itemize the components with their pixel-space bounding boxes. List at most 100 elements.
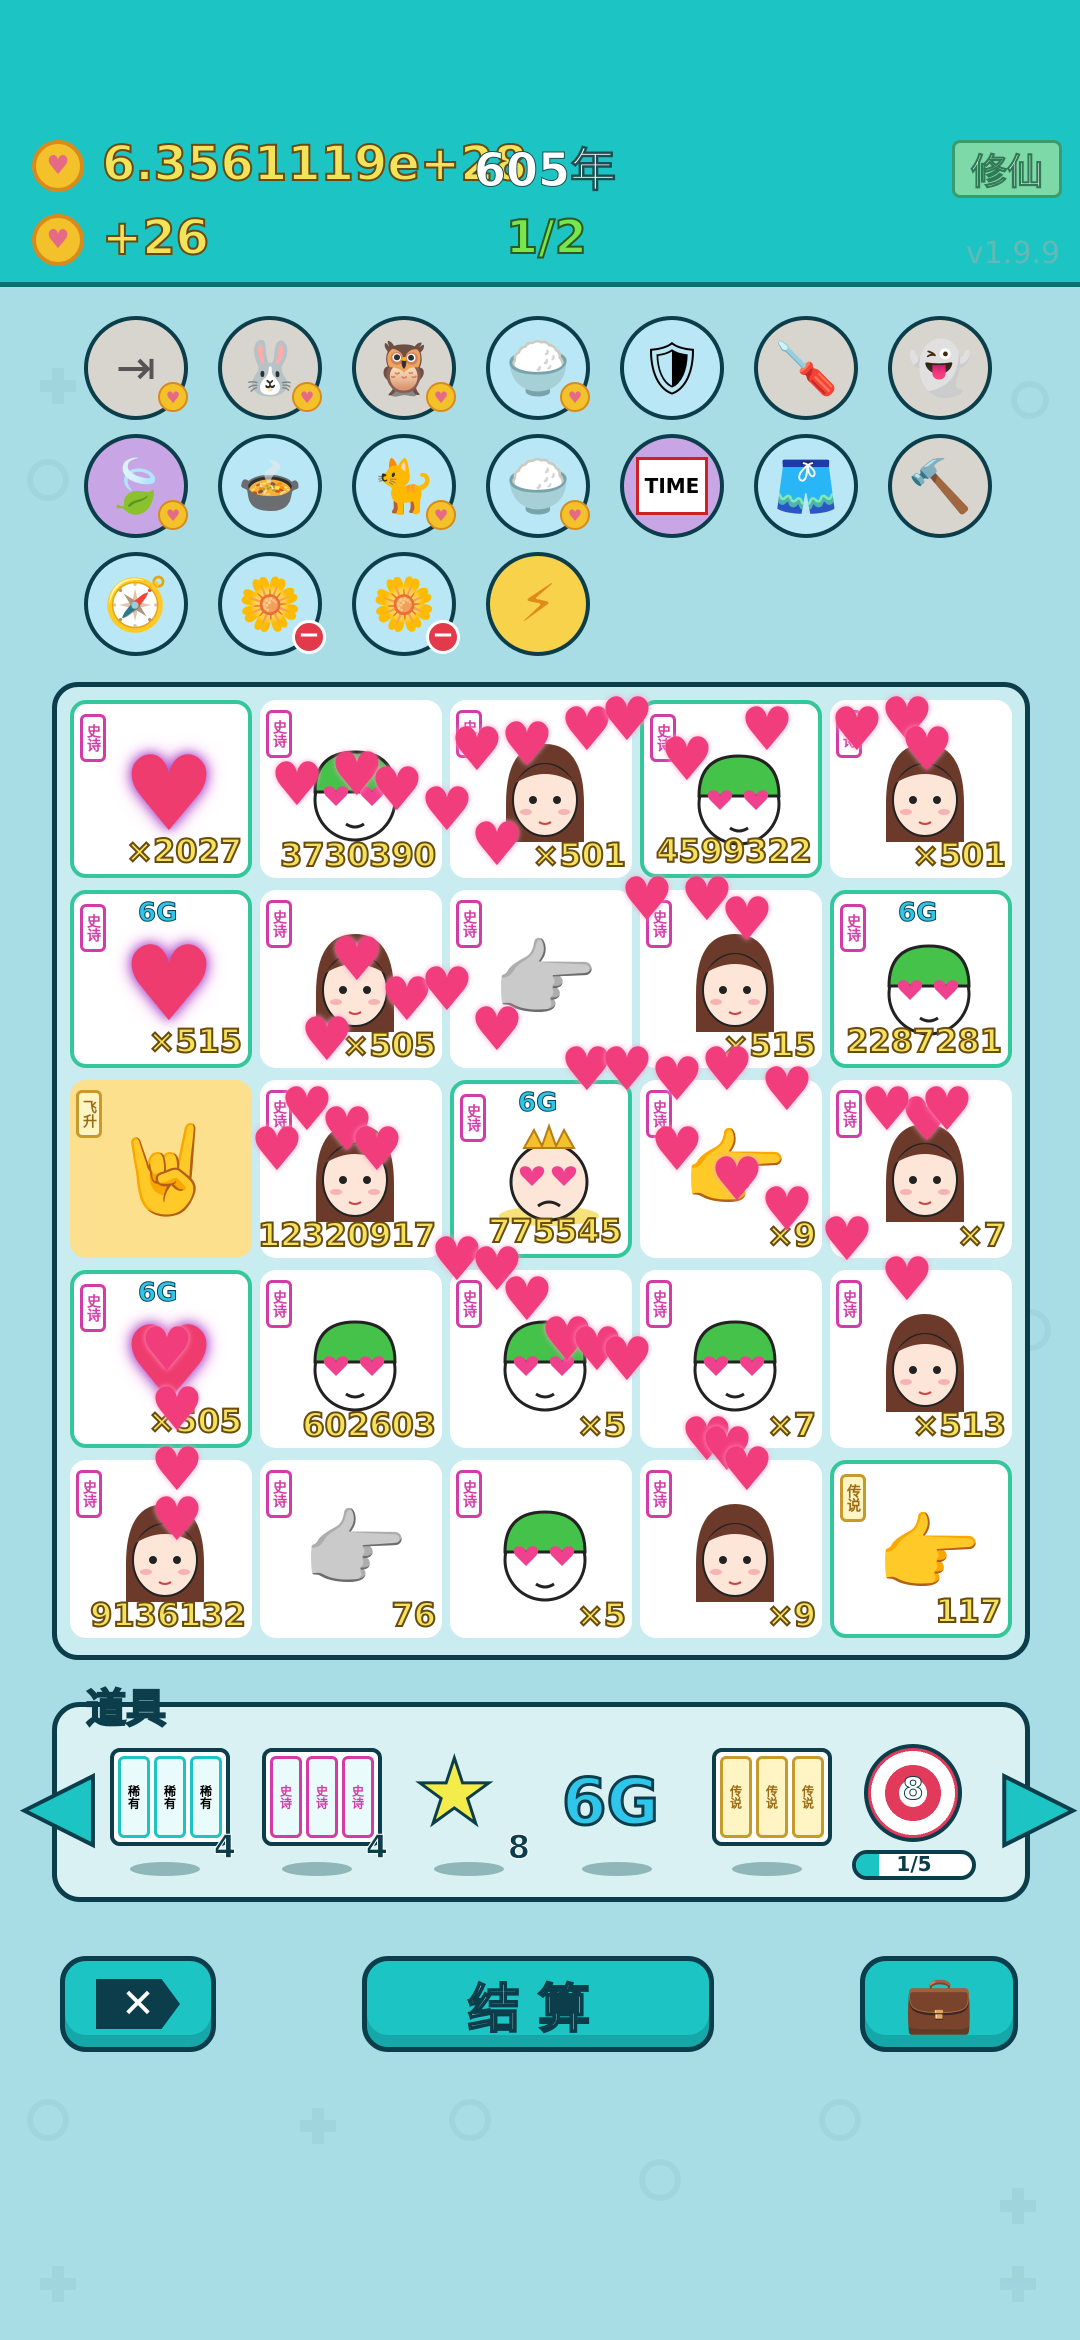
rarity-tag: 史诗 (80, 904, 106, 952)
cat-icon[interactable]: 🐈 ♥ (352, 434, 456, 538)
board-cell[interactable]: 史诗 ♥ 6G ×505 (70, 1270, 252, 1448)
rarity-tag: 史诗 (836, 1280, 862, 1328)
rarity-tag: 史诗 (266, 710, 292, 758)
6g-badge: 6G (517, 1088, 558, 1119)
board-cell[interactable]: 史诗 ×501 (450, 700, 632, 878)
rarity-tag: 史诗 (456, 1280, 482, 1328)
girl-art (866, 734, 984, 846)
hand-grey-art: 👉 (301, 1500, 409, 1600)
board-cell[interactable]: 史诗 ♥ ×2027 (70, 700, 252, 878)
leaf-icon[interactable]: 🍃 ♥ (84, 434, 188, 538)
stage-progress: 1/2 (505, 209, 588, 265)
close-button[interactable]: ✕ (60, 1956, 216, 2052)
board-cell[interactable]: 史诗 ×513 (830, 1270, 1012, 1448)
prop-rare-cards[interactable]: 稀有 稀有 稀有 4 (110, 1748, 237, 1876)
time-magazine-icon[interactable]: TIME (620, 434, 724, 538)
6g-badge: 6G (137, 898, 178, 929)
rarity-tag: 史诗 (650, 714, 676, 762)
cell-count: 4599322 (655, 831, 813, 871)
screwdriver-icon[interactable]: 🪛 (754, 316, 858, 420)
board-cell[interactable]: 史诗 3730390 (260, 700, 442, 878)
board-cell[interactable]: 飞升 🤘 (70, 1080, 252, 1258)
coin-rate-icon: ♥ (32, 214, 84, 266)
cell-count: ×7 (766, 1405, 817, 1445)
cell-count: 76 (390, 1595, 437, 1635)
girl-art (106, 1494, 224, 1606)
cell-count: 117 (934, 1591, 1003, 1631)
coin-rate: +26 (101, 209, 210, 267)
cell-count: ×513 (911, 1405, 1007, 1445)
lightning-icon[interactable]: ⚡ (486, 552, 590, 656)
rarity-tag: 史诗 (266, 1280, 292, 1328)
rarity-tag: 史诗 (80, 1284, 106, 1332)
briefcase-icon: 💼 (904, 1972, 974, 2037)
rarity-tag: 史诗 (76, 1470, 102, 1518)
rarity-tag: 史诗 (460, 1094, 486, 1142)
props-next-arrow[interactable]: ▶ (1002, 1754, 1075, 1854)
skip-icon[interactable]: ⇥ ♥ (84, 316, 188, 420)
compass-icon[interactable]: 🧭 (84, 552, 188, 656)
rarity-tag: 史诗 (456, 710, 482, 758)
board-cell[interactable]: 史诗 ×7 (830, 1080, 1012, 1258)
board-cell[interactable]: 传说 👉 117 (830, 1460, 1012, 1638)
prop-star[interactable]: ★ 8 (413, 1746, 534, 1876)
board-cell[interactable]: 史诗 ×9 (640, 1460, 822, 1638)
ghost-icon[interactable]: 👻 (888, 316, 992, 420)
flower-pot-icon[interactable]: 🌼 − (352, 552, 460, 656)
briefcase-button[interactable]: 💼 (860, 1956, 1018, 2052)
settle-label: 结算 (467, 1979, 608, 2041)
version-label: v1.9.9 (966, 236, 1061, 271)
target-progress-text: 1/5 (896, 1852, 932, 1876)
board-cell[interactable]: 史诗 ×515 (640, 890, 822, 1068)
prop-qty: 4 (365, 1828, 388, 1867)
rarity-tag: 传说 (840, 1474, 866, 1522)
cell-count: 775545 (487, 1211, 623, 1251)
cell-count: 9136132 (89, 1595, 247, 1635)
cell-count: ×505 (147, 1401, 243, 1441)
prop-6g[interactable]: 6G (560, 1748, 682, 1876)
board-cell[interactable]: 史诗 6G 2287281 (830, 890, 1012, 1068)
board-cell[interactable]: 史诗 ×7 (640, 1270, 822, 1448)
shield-wrench-icon[interactable]: 🛡 (620, 316, 724, 420)
rice-bowl-icon[interactable]: 🍚 ♥ (486, 316, 590, 420)
cell-count: ×9 (766, 1215, 817, 1255)
board-cell[interactable]: 史诗 602603 (260, 1270, 442, 1448)
board-cell[interactable]: 史诗 12320917 (260, 1080, 442, 1258)
board-cell[interactable]: 史诗 ×501 (830, 700, 1012, 878)
cell-count: 12320917 (260, 1215, 437, 1255)
flower-pot-icon[interactable]: 🌼 − (218, 552, 326, 656)
cultivate-button[interactable]: 修仙 (952, 140, 1062, 198)
cell-count: 602603 (301, 1405, 437, 1445)
skirt-icon[interactable]: 🩳 (754, 434, 858, 538)
duck-pot-icon[interactable]: 🍲 (218, 434, 322, 538)
rarity-tag: 史诗 (80, 714, 106, 762)
board-cell[interactable]: 史诗 ♥ 6G ×515 (70, 890, 252, 1068)
board-cell[interactable]: 史诗 👉 (450, 890, 632, 1068)
rarity-tag: 史诗 (456, 900, 482, 948)
owls-icon[interactable]: 🦉 ♥ (352, 316, 456, 420)
girl-art (486, 734, 604, 846)
settle-button[interactable]: 结算 (362, 1956, 714, 2052)
rabbit-icon[interactable]: 🐰 ♥ (218, 316, 322, 420)
board-cell[interactable]: 史诗 ×5 (450, 1460, 632, 1638)
board-cell[interactable]: 史诗 ×5 (450, 1270, 632, 1448)
prop-legend-cards[interactable]: 传说 传说 传说 (712, 1748, 832, 1876)
board-cell[interactable]: 史诗 4599322 (640, 700, 822, 878)
prop-target[interactable]: 8 (860, 1744, 980, 1854)
cell-count: ×5 (576, 1405, 627, 1445)
rarity-tag: 史诗 (456, 1470, 482, 1518)
hammer-icon[interactable]: 🔨 (888, 434, 992, 538)
cell-count: ×5 (576, 1595, 627, 1635)
board-cell[interactable]: 史诗 9136132 (70, 1460, 252, 1638)
board-cell[interactable]: 史诗 👉 ×9 (640, 1080, 822, 1258)
prop-epic-cards[interactable]: 史诗 史诗 史诗 4 (262, 1748, 389, 1876)
rarity-tag: 史诗 (646, 900, 672, 948)
coin-total: 6.3561119e+28 (101, 135, 528, 193)
6g-badge: 6G (897, 898, 938, 929)
rice-bowl-icon[interactable]: 🍚 ♥ (486, 434, 590, 538)
cell-count: ×9 (766, 1595, 817, 1635)
board-cell[interactable]: 史诗 ×505 (260, 890, 442, 1068)
props-prev-arrow[interactable]: ◀ (22, 1754, 95, 1854)
board-cell[interactable]: 史诗 👉 76 (260, 1460, 442, 1638)
board-cell[interactable]: 史诗 6G 775545 (450, 1080, 632, 1258)
